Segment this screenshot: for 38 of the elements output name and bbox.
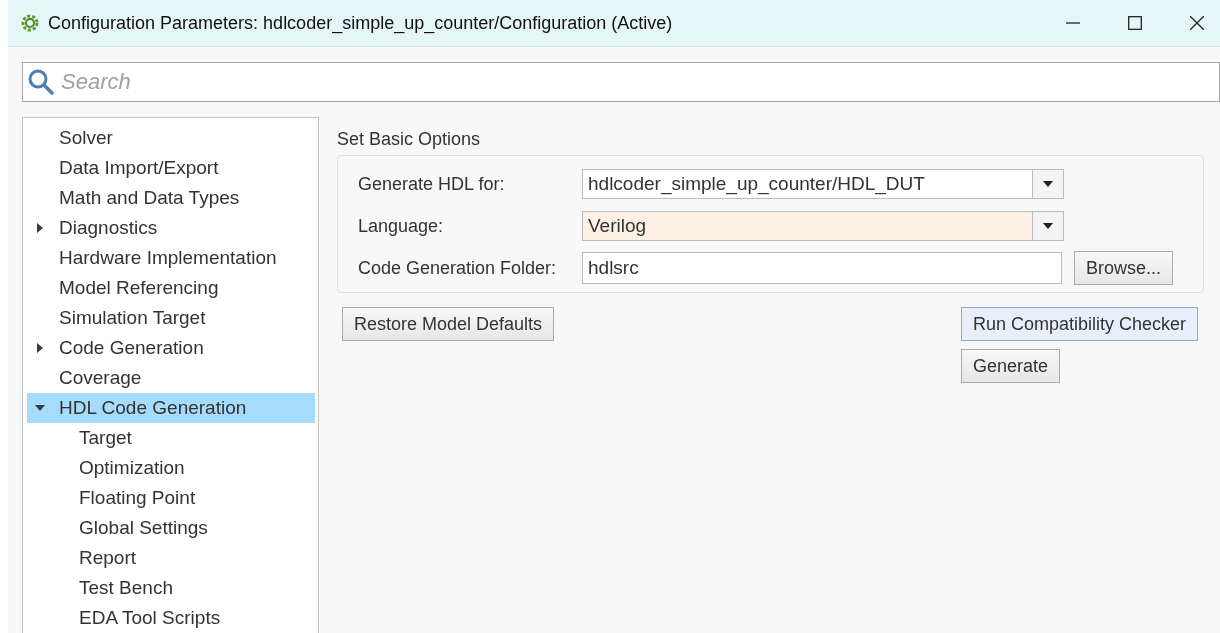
maximize-icon[interactable] <box>1128 16 1142 30</box>
window-title: Configuration Parameters: hdlcoder_simple_up_counter/Configuration (Active) <box>48 12 674 34</box>
caret-down-icon <box>1043 181 1053 187</box>
tree-item[interactable]: Global Settings <box>27 513 315 543</box>
tree-item[interactable]: Floating Point <box>27 483 315 513</box>
tree-item[interactable]: Target <box>27 423 315 453</box>
tree-item[interactable]: Test Bench <box>27 573 315 603</box>
tree-item[interactable]: Coverage <box>27 363 315 393</box>
search-field[interactable]: Search <box>22 62 1220 102</box>
tree-item[interactable]: Code Generation <box>27 333 315 363</box>
compatibility-checker-button[interactable]: Run Compatibility Checker <box>960 307 1198 341</box>
tree-item[interactable]: Optimization <box>27 453 315 483</box>
tree-item[interactable]: Diagnostics <box>27 213 315 243</box>
browse-button[interactable]: Browse... <box>1074 251 1174 285</box>
field-label: Code Generation Folder: <box>358 257 558 279</box>
gear-icon <box>20 13 40 33</box>
caret-down-icon[interactable] <box>35 403 45 413</box>
caret-right-icon[interactable] <box>35 343 45 353</box>
tree-item[interactable]: Model Referencing <box>27 273 315 303</box>
caret-down-icon <box>1043 223 1053 229</box>
tree-item[interactable]: Data Import/Export <box>27 153 315 183</box>
text-field[interactable]: hdlsrc <box>582 252 1062 284</box>
dropdown[interactable]: Verilog <box>582 211 1064 241</box>
tree-item[interactable]: HDL Code Generation <box>27 393 315 423</box>
close-icon[interactable] <box>1190 16 1204 30</box>
tree-item[interactable]: Math and Data Types <box>27 183 315 213</box>
field-label: Language: <box>358 215 445 237</box>
tree-item[interactable]: Simulation Target <box>27 303 315 333</box>
tree-item[interactable]: Report <box>27 543 315 573</box>
dropdown[interactable]: hdlcoder_simple_up_counter/HDL_DUT <box>582 169 1064 199</box>
field-label: Generate HDL for: <box>358 173 506 195</box>
section-title: Set Basic Options <box>337 129 482 150</box>
tree-item[interactable]: EDA Tool Scripts <box>27 603 315 633</box>
caret-right-icon[interactable] <box>35 223 45 233</box>
generate-button[interactable]: Generate <box>960 349 1060 383</box>
restore-defaults-button[interactable]: Restore Model Defaults <box>342 307 555 341</box>
tree-item[interactable]: Solver <box>27 123 315 153</box>
tree-item[interactable]: Hardware Implementation <box>27 243 315 273</box>
